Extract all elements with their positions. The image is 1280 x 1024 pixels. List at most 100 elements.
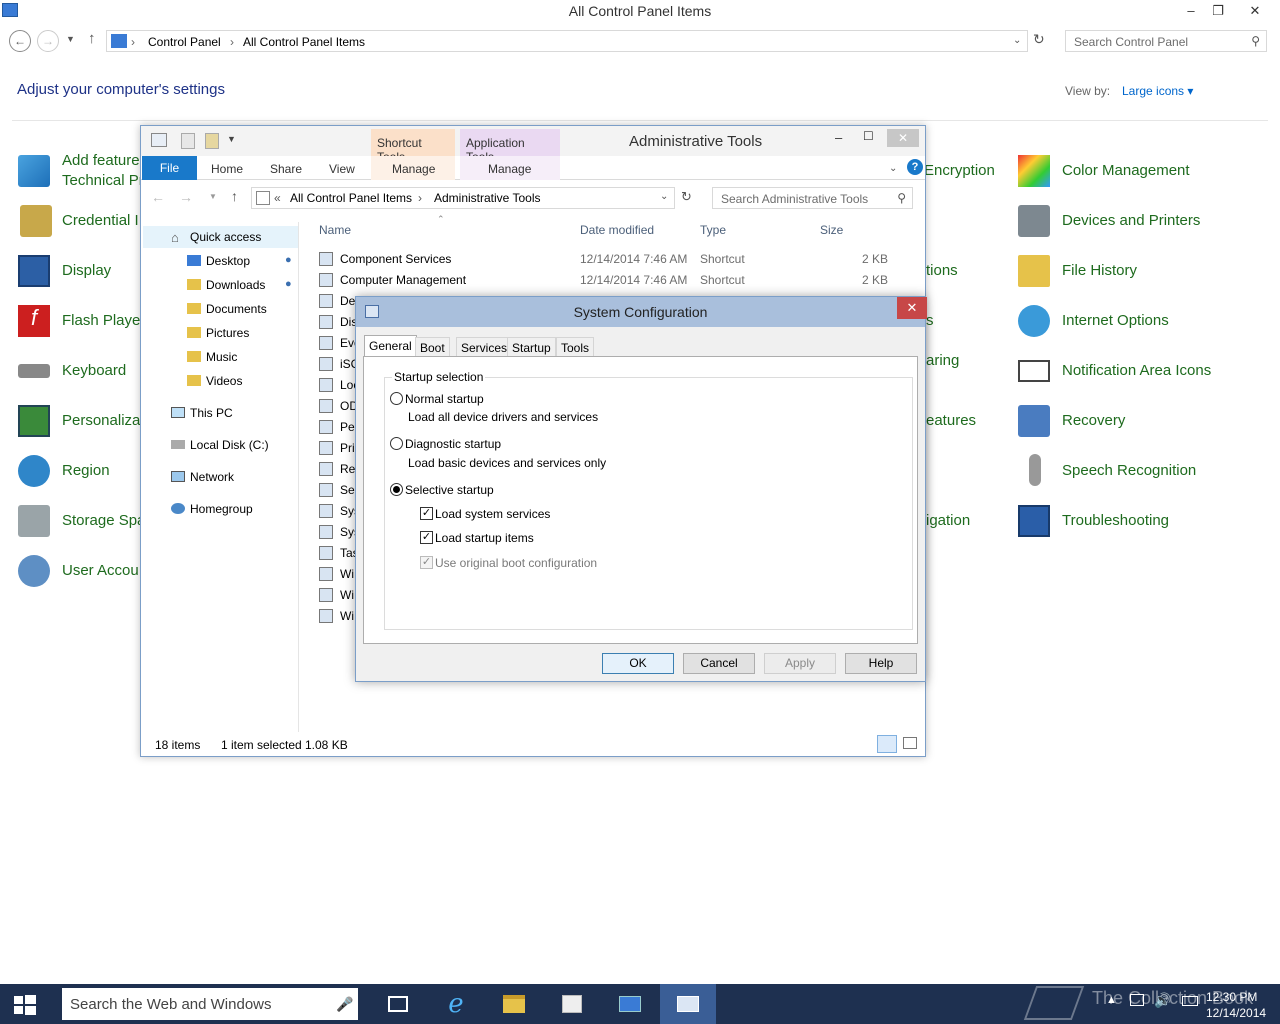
cp-item-partial-encryption[interactable]: Encryption (924, 162, 995, 179)
action-center-icon[interactable] (1182, 996, 1198, 1006)
show-hidden-icons[interactable]: ▲ (1106, 994, 1117, 1006)
nav-local-disk[interactable]: Local Disk (C:) (190, 438, 269, 452)
recent-locations-dropdown[interactable]: ▼ (66, 34, 75, 44)
cp-item-display[interactable]: Display (62, 262, 111, 279)
cp-item-keyboard[interactable]: Keyboard (62, 362, 126, 379)
file-name[interactable]: Pri (340, 441, 355, 455)
selective-startup-radio[interactable] (390, 483, 403, 496)
normal-startup-radio[interactable] (390, 392, 403, 405)
admin-back-button[interactable]: ← (151, 189, 165, 205)
cp-item-partial-features[interactable]: eatures (926, 412, 976, 429)
view-by-dropdown[interactable]: Large icons ▾ (1122, 84, 1193, 98)
cp-item-devices-printers[interactable]: Devices and Printers (1062, 212, 1200, 229)
tab-services[interactable]: Services (456, 337, 513, 357)
cp-item-storage[interactable]: Storage Spa (62, 512, 145, 529)
cp-item-add-features-line2[interactable]: Technical Pr (62, 172, 144, 189)
properties-icon[interactable] (181, 133, 195, 149)
large-icons-view-button[interactable] (903, 737, 917, 749)
breadcrumb-overflow[interactable]: « (274, 191, 281, 205)
load-startup-items-label[interactable]: Load startup items (435, 531, 534, 545)
cp-item-speech-recognition[interactable]: Speech Recognition (1062, 462, 1196, 479)
msconfig-taskbar-button[interactable] (660, 984, 716, 1024)
address-dropdown-icon[interactable]: ⌄ (1013, 35, 1021, 46)
tab-general[interactable]: General (364, 335, 417, 357)
admin-search-input[interactable]: Search Administrative Tools ⚲ (712, 187, 913, 209)
tab-boot[interactable]: Boot (415, 337, 450, 357)
admin-close-button[interactable]: ✕ (887, 129, 919, 147)
column-name[interactable]: Name (319, 223, 351, 237)
normal-startup-label[interactable]: Normal startup (405, 392, 484, 406)
diagnostic-startup-radio[interactable] (390, 437, 403, 450)
column-type[interactable]: Type (700, 223, 726, 237)
ribbon-tab-manage-application[interactable]: Manage (488, 162, 531, 176)
ribbon-tab-manage-shortcut[interactable]: Manage (392, 162, 435, 176)
cp-item-recovery[interactable]: Recovery (1062, 412, 1125, 429)
cp-item-partial-navigation[interactable]: igation (926, 512, 970, 529)
control-panel-taskbar-icon[interactable] (606, 984, 654, 1024)
task-view-button[interactable] (374, 984, 422, 1024)
nav-homegroup[interactable]: Homegroup (190, 502, 253, 516)
store-icon[interactable] (548, 984, 596, 1024)
file-name[interactable]: Wi (340, 588, 354, 602)
ribbon-tab-view[interactable]: View (329, 162, 355, 176)
selective-startup-label[interactable]: Selective startup (405, 483, 494, 497)
cp-item-add-features[interactable]: Add feature (62, 152, 140, 169)
minimize-button[interactable]: – (1177, 0, 1205, 22)
file-name[interactable]: Wi (340, 609, 354, 623)
new-folder-icon[interactable] (205, 133, 219, 149)
ribbon-tab-share[interactable]: Share (270, 162, 302, 176)
network-tray-icon[interactable] (1130, 994, 1144, 1006)
tab-tools[interactable]: Tools (556, 337, 595, 357)
maximize-button[interactable]: ❐ (1204, 0, 1232, 22)
load-system-services-checkbox[interactable]: ✓ (420, 507, 433, 520)
microphone-icon[interactable]: 🎤 (336, 996, 353, 1013)
nav-videos[interactable]: Videos (206, 374, 242, 388)
back-button[interactable]: ← (9, 30, 31, 52)
admin-up-button[interactable]: ↑ (231, 188, 238, 204)
breadcrumb-admin-tools[interactable]: Administrative Tools (434, 191, 541, 205)
forward-button[interactable]: → (37, 30, 59, 52)
help-button[interactable]: Help (845, 653, 917, 674)
nav-pictures[interactable]: Pictures (206, 326, 249, 340)
file-explorer-icon[interactable] (490, 984, 538, 1024)
volume-icon[interactable]: 🔊 (1154, 992, 1171, 1009)
ribbon-tab-file[interactable]: File (142, 156, 197, 180)
clock-time[interactable]: 12:30 PM (1206, 990, 1257, 1004)
load-system-services-label[interactable]: Load system services (435, 507, 550, 521)
internet-explorer-icon[interactable]: e (432, 984, 480, 1024)
ok-button[interactable]: OK (602, 653, 674, 674)
admin-maximize-button[interactable]: ☐ (863, 129, 874, 143)
details-view-button[interactable] (877, 735, 897, 753)
nav-desktop[interactable]: Desktop (206, 254, 250, 268)
address-bar[interactable]: › Control Panel › All Control Panel Item… (106, 30, 1028, 52)
diagnostic-startup-label[interactable]: Diagnostic startup (405, 437, 501, 451)
column-date-modified[interactable]: Date modified (580, 223, 654, 237)
cp-item-partial-s[interactable]: s (926, 312, 934, 329)
admin-forward-button[interactable]: → (179, 189, 193, 205)
control-panel-search-input[interactable]: Search Control Panel ⚲ (1065, 30, 1267, 52)
file-name[interactable]: Component Services (340, 252, 451, 266)
cp-item-notification-area[interactable]: Notification Area Icons (1062, 362, 1211, 379)
quick-access-toolbar-dropdown[interactable]: ▼ (227, 134, 236, 144)
tab-startup[interactable]: Startup (507, 337, 556, 357)
breadcrumb-control-panel[interactable]: Control Panel (148, 35, 221, 49)
close-button[interactable]: ✕ (1240, 0, 1270, 22)
cp-item-partial-options[interactable]: tions (926, 262, 958, 279)
file-name[interactable]: Wi (340, 567, 354, 581)
start-button[interactable] (0, 984, 48, 1024)
cp-item-user-accounts[interactable]: User Accou (62, 562, 139, 579)
clock-date[interactable]: 12/14/2014 (1206, 1006, 1266, 1020)
admin-recent-dropdown[interactable]: ▼ (209, 192, 217, 201)
help-icon[interactable]: ? (907, 159, 923, 175)
breadcrumb-all-items[interactable]: All Control Panel Items (243, 35, 365, 49)
taskbar-search-box[interactable]: Search the Web and Windows 🎤 (62, 988, 358, 1020)
breadcrumb-all-items[interactable]: All Control Panel Items (290, 191, 412, 205)
up-button[interactable]: ↑ (88, 30, 96, 47)
admin-refresh-icon[interactable]: ↻ (681, 189, 692, 205)
nav-quick-access[interactable]: Quick access (190, 230, 261, 244)
expand-ribbon-icon[interactable]: ⌄ (889, 163, 897, 174)
column-size[interactable]: Size (820, 223, 843, 237)
nav-documents[interactable]: Documents (206, 302, 267, 316)
nav-this-pc[interactable]: This PC (190, 406, 233, 420)
nav-network[interactable]: Network (190, 470, 234, 484)
